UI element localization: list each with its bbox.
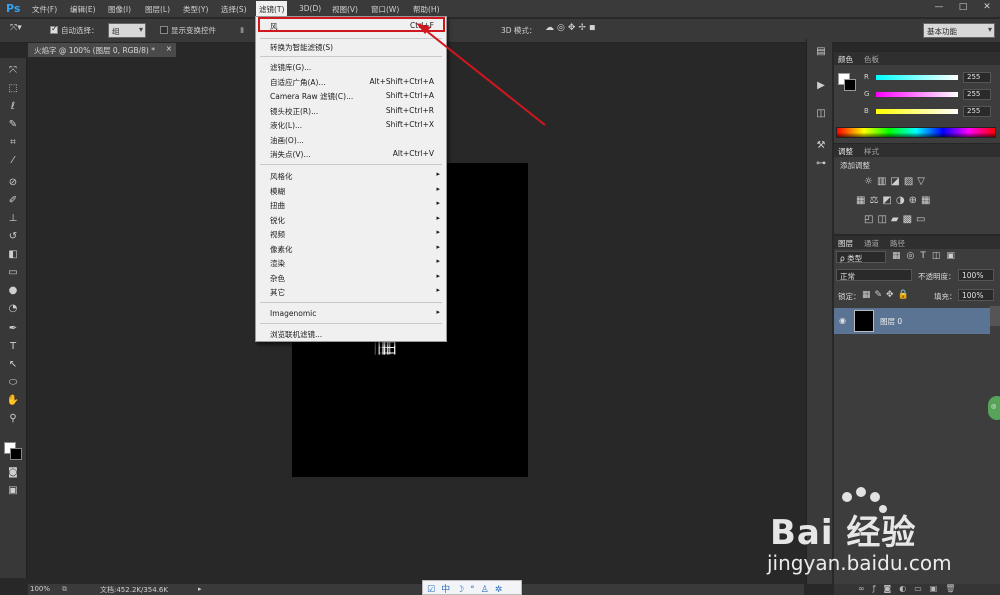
slider-g[interactable]: G 255 <box>864 89 992 101</box>
ime-user-icon[interactable]: ♙ <box>481 585 495 595</box>
brush-panel-icon[interactable]: ⚒ <box>813 139 829 153</box>
g-slider-track[interactable] <box>876 92 958 97</box>
status-bar: 100% ⧉ 文档:452.2K/354.6K ▸ <box>28 584 804 595</box>
color-spectrum[interactable] <box>836 127 996 138</box>
blend-mode-select[interactable]: 正常 <box>836 269 912 281</box>
tab-paths[interactable]: 路径 <box>890 238 905 249</box>
slider-r[interactable]: R 255 <box>864 72 992 84</box>
b-slider-track[interactable] <box>876 109 958 114</box>
layers-tabs: 图层 通道 路径 <box>834 236 1000 249</box>
tab-channels[interactable]: 通道 <box>864 238 879 249</box>
baidu-watermark: Bai 经验 jingyan.baidu.com <box>745 485 975 580</box>
layer-row[interactable]: ◉ 图层 0 <box>834 308 990 334</box>
layer-filter-icons[interactable]: ▦◎T◫▣ <box>892 251 961 261</box>
play-actions-icon[interactable]: ▶ <box>813 79 829 93</box>
opacity-input[interactable]: 100% <box>958 269 994 281</box>
b-value-input[interactable]: 255 <box>963 106 991 117</box>
tab-styles[interactable]: 样式 <box>864 146 879 157</box>
watermark-logo: Bai 经验 <box>770 513 917 553</box>
adjustments-tabs: 调整 样式 <box>834 144 1000 157</box>
layers-footer-icons[interactable]: ∞ƒ◙◐▭▣🗑 <box>834 584 1000 595</box>
layer-thumbnail <box>854 310 874 332</box>
r-slider-track[interactable] <box>876 75 958 80</box>
zoom-level[interactable]: 100% <box>30 585 50 593</box>
ime-punct-icon[interactable]: ° <box>470 585 481 595</box>
history-panel-icon[interactable]: ▤ <box>813 45 829 59</box>
r-value-input[interactable]: 255 <box>963 72 991 83</box>
lock-icons[interactable]: ▦✎✥🔒 <box>862 290 913 300</box>
add-adjustment-heading: 添加调整 <box>840 161 870 170</box>
tab-adjustments[interactable]: 调整 <box>838 146 853 157</box>
layer-filter-kind-select[interactable]: ρ 类型 <box>836 251 886 263</box>
fill-input[interactable]: 100% <box>958 289 994 301</box>
slider-b[interactable]: B 255 <box>864 106 992 118</box>
ime-toolbar[interactable]: ☑中☽°♙✲ <box>422 580 522 595</box>
adjustment-icons-row3[interactable]: ◰◫▰▩▭ <box>864 214 929 225</box>
ime-gear-icon[interactable]: ✲ <box>495 585 509 595</box>
g-value-input[interactable]: 255 <box>963 89 991 100</box>
tab-swatches[interactable]: 色板 <box>864 54 879 65</box>
fill-label: 填充： <box>934 292 957 301</box>
green-floating-badge[interactable]: ◎ <box>988 396 1000 420</box>
watermark-url: jingyan.baidu.com <box>767 551 952 575</box>
ime-check-icon[interactable]: ☑ <box>427 585 441 595</box>
eye-icon[interactable]: ◉ <box>839 316 846 325</box>
status-share-icon[interactable]: ⧉ <box>62 585 67 594</box>
tab-layers[interactable]: 图层 <box>838 238 853 249</box>
layers-scrollbar[interactable] <box>990 306 1000 326</box>
color-panel-tabs: 颜色 色板 <box>834 52 1000 65</box>
tab-color[interactable]: 颜色 <box>838 54 853 65</box>
ime-language-label[interactable]: 中 <box>441 585 456 595</box>
status-menu-arrow-icon[interactable]: ▸ <box>198 585 202 593</box>
info-panel-icon[interactable]: ◫ <box>813 107 829 121</box>
layer-name: 图层 0 <box>880 317 903 326</box>
adjustments-panel: 调整 样式 添加调整 ☼▥◪▨▽ ▦⚖◩◑⊕▦ ◰◫▰▩▭ <box>834 143 1000 234</box>
color-panel: 颜色 色板 R 255 G 255 B 255 <box>834 51 1000 143</box>
background-swatch[interactable] <box>844 79 856 91</box>
adjustment-icons-row1[interactable]: ☼▥◪▨▽ <box>864 176 929 187</box>
ime-moon-icon[interactable]: ☽ <box>456 585 470 595</box>
adjustment-icons-row2[interactable]: ▦⚖◩◑⊕▦ <box>856 195 934 206</box>
opacity-label: 不透明度： <box>918 272 956 281</box>
lock-label: 锁定： <box>838 292 861 301</box>
document-info: 文档:452.2K/354.6K <box>100 586 168 594</box>
clone-source-icon[interactable]: ⊶ <box>813 157 829 171</box>
